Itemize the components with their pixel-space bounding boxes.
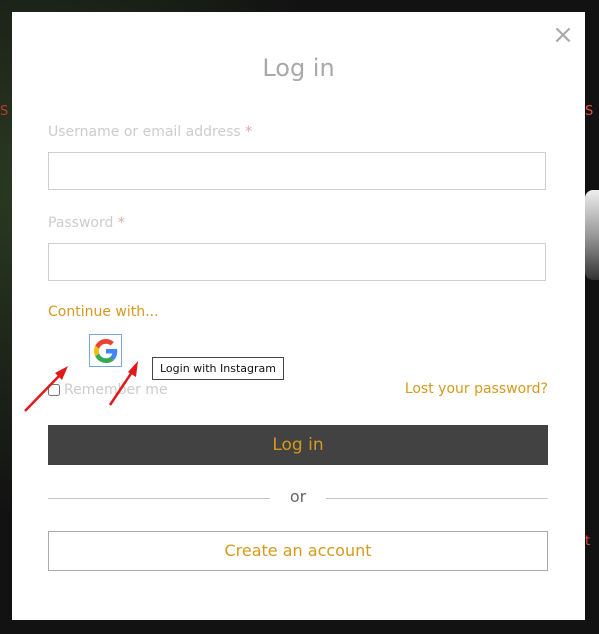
modal-title: Log in <box>262 54 335 82</box>
background-image-fragment <box>585 190 599 280</box>
username-input[interactable] <box>48 152 546 190</box>
or-divider-text: or <box>289 487 307 506</box>
username-label-text: Username or email address <box>48 124 241 140</box>
password-label-text: Password <box>48 215 114 231</box>
divider-right <box>326 498 548 499</box>
required-mark: * <box>245 124 253 140</box>
login-modal: × Log in Username or email address * Pas… <box>12 12 585 620</box>
username-label: Username or email address * <box>48 124 252 140</box>
background-text-fragment: t <box>585 534 591 549</box>
background-text-fragment: S <box>585 104 594 119</box>
google-login-button[interactable] <box>89 334 122 367</box>
password-input[interactable] <box>48 243 546 281</box>
required-mark: * <box>117 215 125 231</box>
close-icon[interactable]: × <box>552 22 574 48</box>
continue-with-label: Continue with... <box>48 304 159 320</box>
background-text-fragment: S <box>0 104 9 119</box>
remember-checkbox[interactable] <box>48 384 60 396</box>
login-button[interactable]: Log in <box>48 425 548 465</box>
instagram-tooltip: Login with Instagram <box>152 357 284 380</box>
remember-me[interactable]: Remember me <box>48 382 168 398</box>
lost-password-link[interactable]: Lost your password? <box>405 381 548 397</box>
password-label: Password * <box>48 215 125 231</box>
divider-left <box>48 498 270 499</box>
google-icon <box>93 338 117 363</box>
create-account-button[interactable]: Create an account <box>48 531 548 571</box>
remember-label: Remember me <box>64 382 168 398</box>
